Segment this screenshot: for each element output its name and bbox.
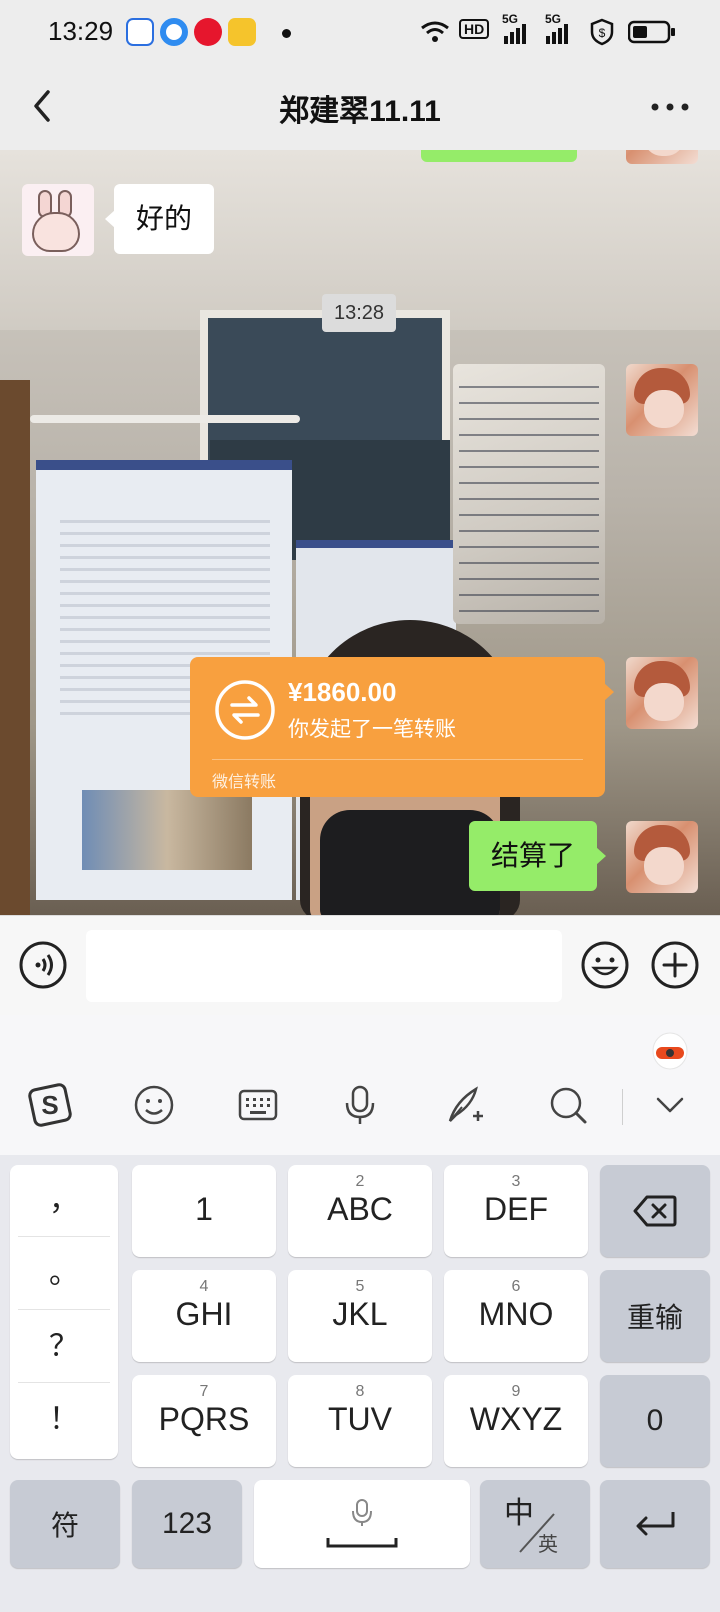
backspace-key[interactable] (600, 1165, 710, 1257)
retype-key[interactable]: 重输 (600, 1270, 710, 1362)
self-avatar[interactable] (626, 150, 698, 164)
search-icon[interactable] (546, 1083, 590, 1127)
chat-messages[interactable]: 好的 13:28 ¥1860.00 你发起了一笔转账 微信转账 结算了 (0, 150, 720, 915)
message-timestamp: 13:28 (322, 294, 396, 332)
space-key[interactable] (254, 1480, 470, 1568)
sent-image-message[interactable] (453, 364, 605, 624)
lang-en-label: 英 (538, 1532, 558, 1556)
contact-avatar[interactable] (22, 184, 94, 256)
punct-key-period[interactable]: 。 (18, 1238, 110, 1310)
previous-message-bubble[interactable] (421, 150, 577, 162)
key-def[interactable]: 3 DEF (444, 1165, 588, 1257)
key-ghi[interactable]: 4 GHI (132, 1270, 276, 1362)
more-options-icon[interactable] (650, 102, 690, 112)
emoji-icon[interactable] (132, 1083, 176, 1127)
language-switch-key[interactable]: 中 英 (480, 1480, 590, 1568)
transfer-divider (212, 759, 583, 760)
received-message-bubble[interactable]: 好的 (104, 184, 215, 254)
signal-icon (546, 24, 568, 44)
emoji-button-icon[interactable] (580, 940, 630, 990)
notes-app-icon (228, 18, 256, 46)
message-input[interactable] (86, 930, 562, 1002)
space-bar-icon (326, 1538, 398, 1548)
chat-header: 郑建翠11.11 (0, 64, 720, 150)
sogou-logo-icon[interactable]: S (28, 1083, 72, 1127)
svg-text:$: $ (599, 26, 606, 40)
wifi-icon (421, 21, 449, 42)
transfer-card[interactable]: ¥1860.00 你发起了一笔转账 微信转账 (190, 657, 614, 797)
handwriting-icon[interactable] (442, 1083, 486, 1127)
self-avatar[interactable] (626, 821, 698, 893)
key-1[interactable]: 1 (132, 1165, 276, 1257)
key-abc[interactable]: 2 ABC (288, 1165, 432, 1257)
browser-app-icon (160, 18, 188, 46)
notification-dot (282, 29, 291, 38)
status-time: 13:29 (48, 16, 114, 46)
keyboard-toolbar: S (0, 1015, 720, 1155)
key-jkl[interactable]: 5 JKL (288, 1270, 432, 1362)
mascot-icon[interactable] (650, 1027, 690, 1071)
plus-button-icon[interactable] (650, 940, 700, 990)
voice-input-icon[interactable] (18, 940, 68, 990)
punctuation-column: ， 。 ？ ！ (10, 1165, 118, 1459)
punct-key-question[interactable]: ？ (18, 1311, 110, 1383)
punct-key-comma[interactable]: ， (18, 1165, 110, 1237)
baidu-app-icon (126, 18, 154, 46)
hd-badge: HD (459, 19, 490, 39)
shield-icon: $ (590, 18, 614, 46)
self-avatar[interactable] (626, 364, 698, 436)
transfer-amount: ¥1860.00 (288, 677, 397, 707)
key-0[interactable]: 0 (600, 1375, 710, 1467)
weibo-app-icon (194, 18, 222, 46)
microphone-icon (352, 1499, 372, 1526)
microphone-icon[interactable] (338, 1083, 382, 1127)
signal-icon (504, 24, 526, 44)
key-mno[interactable]: 6 MNO (444, 1270, 588, 1362)
transfer-description: 你发起了一笔转账 (288, 717, 456, 741)
message-input-bar (0, 915, 720, 1015)
transfer-footer-label: 微信转账 (212, 772, 277, 791)
chat-title: 郑建翠11.11 (279, 95, 441, 128)
sent-message-bubble[interactable]: 结算了 (469, 821, 607, 891)
self-avatar[interactable] (626, 657, 698, 729)
status-bar: 13:29 HD 5G 5G $ (0, 0, 720, 64)
collapse-icon[interactable] (648, 1083, 692, 1127)
symbols-key[interactable]: 符 (10, 1480, 120, 1568)
ime-keyboard: ， 。 ？ ！ 1 2 ABC 3 DEF 4 GHI 5 JKL 6 MNO … (0, 1155, 720, 1612)
key-tuv[interactable]: 8 TUV (288, 1375, 432, 1467)
svg-text:S: S (41, 1090, 58, 1120)
key-pqrs[interactable]: 7 PQRS (132, 1375, 276, 1467)
keyboard-icon[interactable] (236, 1083, 280, 1127)
toolbar-divider (622, 1089, 623, 1125)
enter-key[interactable] (600, 1480, 710, 1568)
backspace-icon (633, 1195, 677, 1227)
punct-key-exclaim[interactable]: ！ (18, 1384, 110, 1456)
numbers-switch-key[interactable]: 123 (132, 1480, 242, 1568)
battery-icon (628, 20, 675, 44)
enter-arrow-icon (636, 1512, 675, 1536)
key-wxyz[interactable]: 9 WXYZ (444, 1375, 588, 1467)
transfer-icon (215, 680, 275, 740)
